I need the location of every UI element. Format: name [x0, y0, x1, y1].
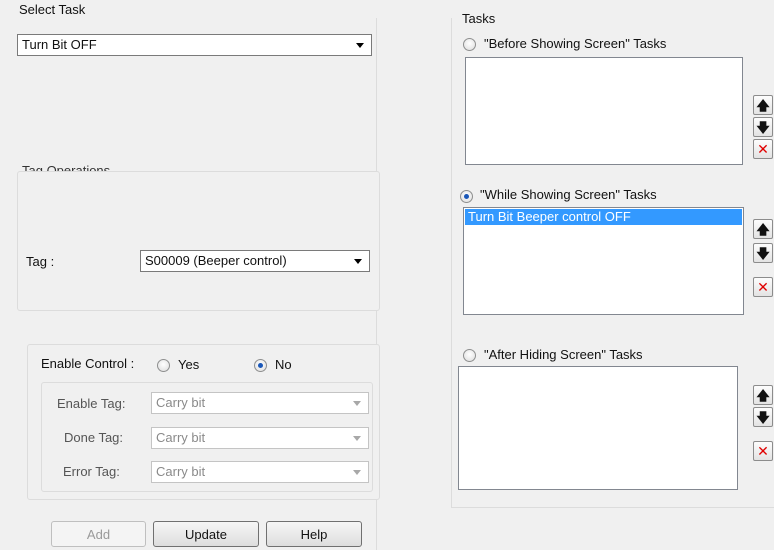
done-tag-dropdown[interactable]: Carry bit [151, 427, 369, 449]
done-tag-value: Carry bit [156, 430, 206, 445]
delete-x-icon: ✕ [757, 443, 769, 459]
enable-no-radio[interactable] [254, 359, 267, 372]
chevron-down-icon [356, 43, 364, 48]
select-task-dropdown[interactable]: Turn Bit OFF [17, 34, 372, 56]
after-hiding-radio[interactable] [463, 349, 476, 362]
enable-tag-value: Carry bit [156, 395, 206, 410]
enable-yes-label[interactable]: Yes [178, 357, 199, 372]
tasks-title: Tasks [462, 11, 496, 26]
while-showing-list[interactable]: Turn Bit Beeper control OFF [463, 207, 744, 315]
error-tag-label: Error Tag: [63, 464, 120, 479]
enable-tag-label: Enable Tag: [57, 396, 126, 411]
tag-dropdown[interactable]: S00009 (Beeper control) [140, 250, 370, 272]
tag-label: Tag : [26, 254, 55, 269]
update-button[interactable]: Update [153, 521, 259, 547]
while-delete-button[interactable]: ✕ [753, 277, 773, 297]
before-delete-button[interactable]: ✕ [753, 139, 773, 159]
after-delete-button[interactable]: ✕ [753, 441, 773, 461]
enable-tag-dropdown[interactable]: Carry bit [151, 392, 369, 414]
tag-operations-group [17, 171, 380, 311]
done-tag-label: Done Tag: [64, 430, 124, 445]
while-move-down-button[interactable]: 🡇 [753, 243, 773, 263]
before-move-down-button[interactable]: 🡇 [753, 117, 773, 137]
tag-dropdown-value: S00009 (Beeper control) [145, 253, 287, 268]
list-item[interactable]: Turn Bit Beeper control OFF [465, 209, 742, 225]
select-task-value: Turn Bit OFF [22, 37, 97, 52]
delete-x-icon: ✕ [757, 141, 769, 157]
chevron-down-icon [353, 436, 361, 441]
arrow-up-icon: 🡅 [756, 221, 770, 237]
after-hiding-list[interactable] [458, 366, 738, 490]
before-showing-label[interactable]: "Before Showing Screen" Tasks [484, 36, 666, 51]
after-move-down-button[interactable]: 🡇 [753, 407, 773, 427]
chevron-down-icon [353, 401, 361, 406]
tasks-panel-border [451, 18, 452, 508]
enable-yes-radio[interactable] [157, 359, 170, 372]
help-button[interactable]: Help [266, 521, 362, 547]
tasks-panel-bottom-border [451, 507, 774, 508]
add-button[interactable]: Add [51, 521, 146, 547]
arrow-up-icon: 🡅 [756, 387, 770, 403]
arrow-down-icon: 🡇 [756, 119, 770, 135]
error-tag-dropdown[interactable]: Carry bit [151, 461, 369, 483]
before-showing-list[interactable] [465, 57, 743, 165]
enable-no-label[interactable]: No [275, 357, 292, 372]
delete-x-icon: ✕ [757, 279, 769, 295]
arrow-up-icon: 🡅 [756, 97, 770, 113]
while-showing-radio[interactable] [460, 190, 473, 203]
before-move-up-button[interactable]: 🡅 [753, 95, 773, 115]
after-move-up-button[interactable]: 🡅 [753, 385, 773, 405]
select-task-label: Select Task [19, 2, 86, 17]
before-showing-radio[interactable] [463, 38, 476, 51]
arrow-down-icon: 🡇 [756, 409, 770, 425]
chevron-down-icon [354, 259, 362, 264]
after-hiding-label[interactable]: "After Hiding Screen" Tasks [484, 347, 643, 362]
arrow-down-icon: 🡇 [756, 245, 770, 261]
chevron-down-icon [353, 470, 361, 475]
while-showing-label[interactable]: "While Showing Screen" Tasks [480, 187, 657, 202]
while-move-up-button[interactable]: 🡅 [753, 219, 773, 239]
enable-control-label: Enable Control : [41, 356, 135, 371]
error-tag-value: Carry bit [156, 464, 206, 479]
